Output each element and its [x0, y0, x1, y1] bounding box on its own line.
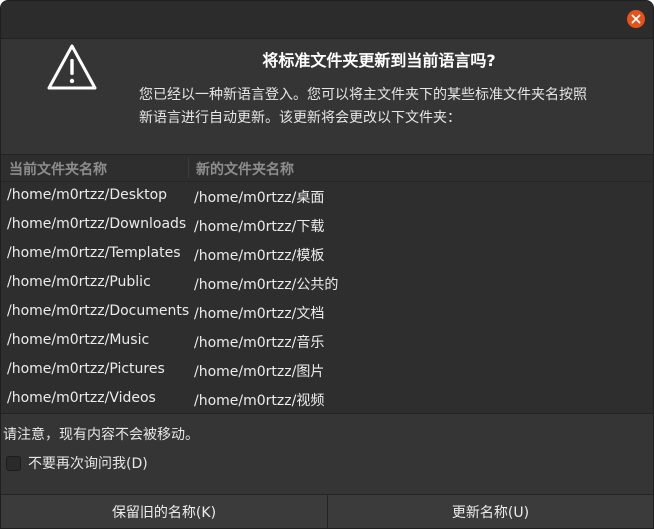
title-bar — [1, 1, 653, 39]
new-folder-cell: /home/m0rtzz/模板 — [194, 248, 325, 264]
column-header-current[interactable]: 当前文件夹名称 — [9, 159, 107, 179]
table-row[interactable]: /home/m0rtzz/Desktop /home/m0rtzz/桌面 — [1, 182, 653, 211]
notice-text: 请注意，现有内容不会被移动。 — [3, 427, 199, 443]
table-row[interactable]: /home/m0rtzz/Pictures /home/m0rtzz/图片 — [1, 356, 653, 385]
new-folder-cell: /home/m0rtzz/音乐 — [194, 335, 325, 351]
table-row[interactable]: /home/m0rtzz/Public /home/m0rtzz/公共的 — [1, 269, 653, 298]
table-header: 当前文件夹名称 新的文件夹名称 — [1, 155, 653, 182]
table-row[interactable]: /home/m0rtzz/Templates /home/m0rtzz/模板 — [1, 240, 653, 269]
button-bar: 保留旧的名称(K) 更新名称(U) — [1, 494, 653, 528]
current-folder-cell: /home/m0rtzz/Pictures — [7, 361, 165, 377]
table-row[interactable]: /home/m0rtzz/Music /home/m0rtzz/音乐 — [1, 327, 653, 356]
checkbox-box[interactable] — [6, 455, 21, 471]
current-folder-cell: /home/m0rtzz/Desktop — [7, 187, 168, 203]
current-folder-cell: /home/m0rtzz/Music — [7, 332, 150, 348]
close-button[interactable] — [627, 10, 645, 28]
dialog-description: 您已经以一种新语言登入。您可以将主文件夹下的某些标准文件夹名按照 新语言进行自动… — [139, 84, 629, 130]
new-folder-cell: /home/m0rtzz/公共的 — [194, 277, 339, 293]
column-separator — [188, 158, 189, 178]
update-names-button[interactable]: 更新名称(U) — [328, 495, 653, 528]
current-folder-cell: /home/m0rtzz/Documents — [7, 303, 190, 319]
description-line: 新语言进行自动更新。该更新将会更改以下文件夹： — [139, 110, 461, 126]
folder-table: 当前文件夹名称 新的文件夹名称 /home/m0rtzz/Desktop /ho… — [1, 154, 653, 414]
new-folder-cell: /home/m0rtzz/文档 — [194, 306, 325, 322]
warning-triangle-icon — [47, 44, 97, 90]
current-folder-cell: /home/m0rtzz/Public — [7, 274, 151, 290]
current-folder-cell: /home/m0rtzz/Templates — [7, 245, 181, 261]
column-header-new[interactable]: 新的文件夹名称 — [196, 159, 294, 179]
new-folder-cell: /home/m0rtzz/图片 — [194, 364, 325, 380]
checkbox-label[interactable]: 不要再次询问我(D) — [28, 453, 148, 473]
table-row[interactable]: /home/m0rtzz/Videos /home/m0rtzz/视频 — [1, 385, 653, 414]
new-folder-cell: /home/m0rtzz/桌面 — [194, 190, 325, 206]
current-folder-cell: /home/m0rtzz/Downloads — [7, 216, 187, 232]
table-row[interactable]: /home/m0rtzz/Documents /home/m0rtzz/文档 — [1, 298, 653, 327]
dialog-window: 将标准文件夹更新到当前语言吗? 您已经以一种新语言登入。您可以将主文件夹下的某些… — [0, 0, 654, 529]
close-icon — [631, 14, 641, 24]
new-folder-cell: /home/m0rtzz/下载 — [194, 219, 325, 235]
table-row[interactable]: /home/m0rtzz/Downloads /home/m0rtzz/下载 — [1, 211, 653, 240]
dont-ask-again-checkbox[interactable]: 不要再次询问我(D) — [6, 453, 148, 473]
dialog-heading: 将标准文件夹更新到当前语言吗? — [262, 51, 496, 70]
keep-old-names-button[interactable]: 保留旧的名称(K) — [1, 495, 328, 528]
current-folder-cell: /home/m0rtzz/Videos — [7, 390, 156, 406]
description-line: 您已经以一种新语言登入。您可以将主文件夹下的某些标准文件夹名按照 — [139, 87, 587, 103]
new-folder-cell: /home/m0rtzz/视频 — [194, 393, 325, 409]
